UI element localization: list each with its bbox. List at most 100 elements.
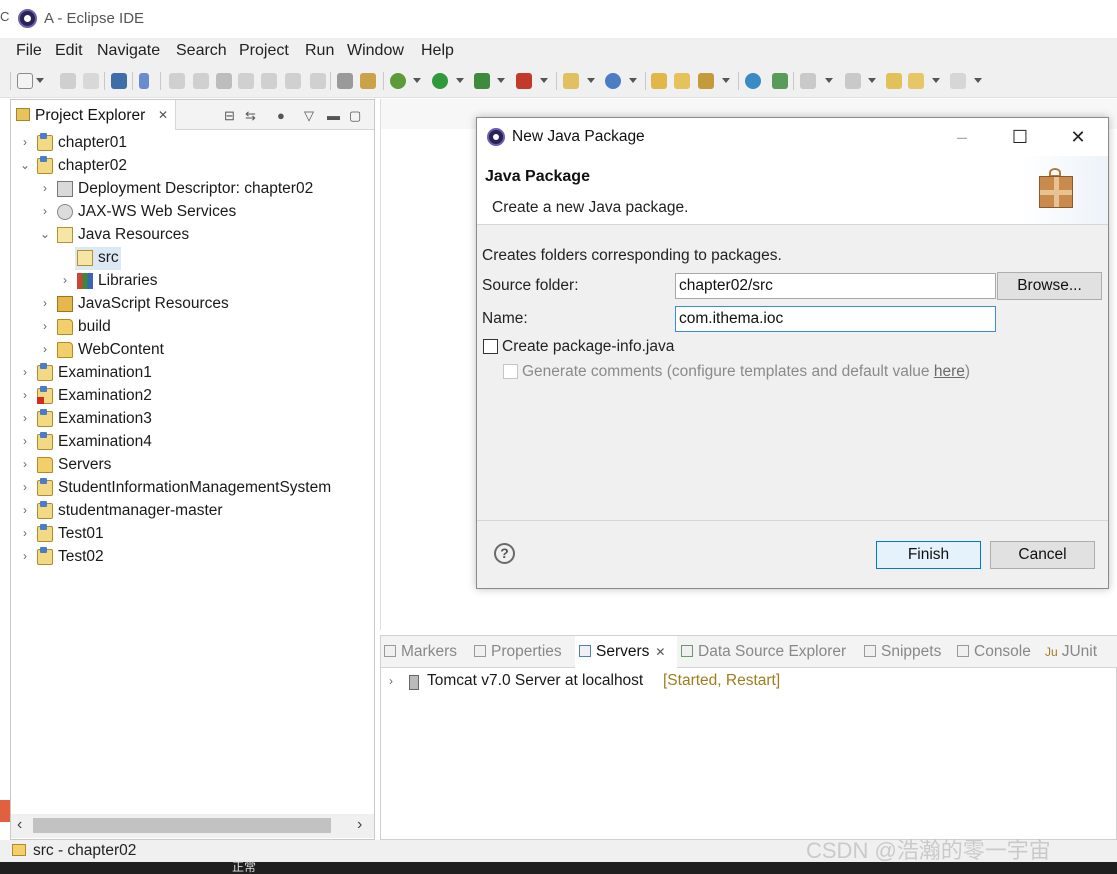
run-dropdown-icon[interactable] <box>456 78 464 83</box>
tree-item-studentmanager-master[interactable]: › studentmanager-master <box>19 500 359 523</box>
chevron-down-icon[interactable]: ⌄ <box>39 227 51 241</box>
server-item[interactable]: › Tomcat v7.0 Server at localhost [Start… <box>389 672 809 694</box>
terminal-icon[interactable] <box>111 73 127 89</box>
menu-navigate[interactable]: Navigate <box>97 42 160 60</box>
menu-file[interactable]: File <box>16 42 42 60</box>
chevron-right-icon[interactable]: › <box>19 503 31 517</box>
chevron-right-icon[interactable]: › <box>19 526 31 540</box>
scroll-right-icon[interactable]: › <box>357 816 362 834</box>
search-task-icon[interactable] <box>698 73 714 89</box>
chevron-right-icon[interactable]: › <box>59 273 71 287</box>
source-folder-field[interactable] <box>675 273 996 299</box>
chevron-down-icon[interactable]: ⌄ <box>19 158 31 172</box>
previous-annotation-icon[interactable] <box>845 73 861 89</box>
tab-console[interactable]: Console <box>957 643 1031 661</box>
close-icon[interactable]: ✕ <box>1055 122 1101 152</box>
tab-snippets[interactable]: Snippets <box>864 643 941 661</box>
tree-item-servers[interactable]: › Servers <box>19 454 359 477</box>
debug-icon[interactable] <box>390 73 406 89</box>
tab-servers[interactable]: Servers ✕ <box>579 643 665 661</box>
toggle-block-icon[interactable] <box>337 73 353 89</box>
back-icon[interactable] <box>908 73 924 89</box>
new-class-dropdown-icon[interactable] <box>629 78 637 83</box>
annotation-icon[interactable] <box>772 73 788 89</box>
chevron-right-icon[interactable]: › <box>39 204 51 218</box>
menu-project[interactable]: Project <box>239 42 289 60</box>
menu-help[interactable]: Help <box>421 42 454 60</box>
chevron-right-icon[interactable]: › <box>19 411 31 425</box>
open-declaration-icon[interactable] <box>360 73 376 89</box>
disconnect-icon[interactable] <box>238 73 254 89</box>
tree-item-libraries[interactable]: › Libraries <box>59 270 359 293</box>
forward-dropdown-icon[interactable] <box>974 78 982 83</box>
chevron-right-icon[interactable]: › <box>19 135 31 149</box>
tree-item-java-resources[interactable]: ⌄ Java Resources <box>39 224 359 247</box>
new-java-project-icon[interactable] <box>563 73 579 89</box>
minimize-icon[interactable]: – <box>939 122 985 152</box>
open-type-icon[interactable] <box>651 73 667 89</box>
new-dropdown-icon[interactable] <box>36 78 44 83</box>
save-all-icon[interactable] <box>83 73 99 89</box>
minimize-icon[interactable]: ▬ <box>327 108 340 123</box>
open-folder-icon[interactable] <box>674 73 690 89</box>
chevron-right-icon[interactable]: › <box>39 342 51 356</box>
close-icon[interactable]: ✕ <box>158 108 168 122</box>
chevron-right-icon[interactable]: › <box>19 388 31 402</box>
resume-icon[interactable] <box>169 73 185 89</box>
scrollbar-thumb[interactable] <box>33 818 331 833</box>
tree-item-chapter01[interactable]: › chapter01 <box>19 132 359 155</box>
browse-button[interactable]: Browse... <box>997 272 1102 300</box>
chevron-right-icon[interactable]: › <box>19 480 31 494</box>
maximize-icon[interactable]: ☐ <box>997 122 1043 152</box>
tree-item-build[interactable]: › build <box>39 316 359 339</box>
coverage-dropdown-icon[interactable] <box>497 78 505 83</box>
tree-item-studentinformationmanagementsystem[interactable]: › StudentInformationManagementSystem <box>19 477 364 500</box>
create-package-info-checkbox[interactable] <box>483 339 498 354</box>
tree-item-examination4[interactable]: › Examination4 <box>19 431 359 454</box>
view-menu-icon[interactable]: ▽ <box>304 108 314 124</box>
new-icon[interactable] <box>17 73 33 89</box>
generate-comments-checkbox[interactable] <box>503 364 518 379</box>
chevron-right-icon[interactable]: › <box>389 674 393 688</box>
menu-run[interactable]: Run <box>305 42 334 60</box>
back-dropdown-icon[interactable] <box>932 78 940 83</box>
close-icon[interactable]: ✕ <box>655 645 665 659</box>
tree-item-chapter02[interactable]: ⌄ chapter02 <box>19 155 359 178</box>
skip-breakpoints-icon[interactable] <box>139 73 149 89</box>
templates-link[interactable]: here <box>934 363 965 380</box>
next-annotation-dropdown-icon[interactable] <box>825 78 833 83</box>
menu-search[interactable]: Search <box>176 42 227 60</box>
tree-item-webcontent[interactable]: › WebContent <box>39 339 359 362</box>
terminate-icon[interactable] <box>216 73 232 89</box>
step-into-icon[interactable] <box>261 73 277 89</box>
tree-item-deployment-descriptor[interactable]: › Deployment Descriptor: chapter02 <box>39 178 359 201</box>
tab-data-source-explorer[interactable]: Data Source Explorer <box>681 643 846 661</box>
package-name-field[interactable] <box>675 306 996 332</box>
new-project-dropdown-icon[interactable] <box>587 78 595 83</box>
tab-junit[interactable]: Ju JUnit <box>1045 643 1097 661</box>
chevron-right-icon[interactable]: › <box>19 434 31 448</box>
coverage-icon[interactable] <box>474 73 490 89</box>
next-annotation-icon[interactable] <box>800 73 816 89</box>
previous-annotation-dropdown-icon[interactable] <box>868 78 876 83</box>
filters-icon[interactable]: ● <box>277 108 285 123</box>
tree-item-test02[interactable]: › Test02 <box>19 546 359 569</box>
debug-dropdown-icon[interactable] <box>413 78 421 83</box>
tree-item-jaxws-web-services[interactable]: › JAX-WS Web Services <box>39 201 359 224</box>
last-edit-location-icon[interactable] <box>886 73 902 89</box>
tree-item-javascript-resources[interactable]: › JavaScript Resources <box>39 293 359 316</box>
chevron-right-icon[interactable]: › <box>19 457 31 471</box>
tree-item-examination1[interactable]: › Examination1 <box>19 362 359 385</box>
help-icon[interactable]: ? <box>494 543 515 564</box>
tree-item-examination3[interactable]: › Examination3 <box>19 408 359 431</box>
chevron-right-icon[interactable]: › <box>39 319 51 333</box>
chevron-right-icon[interactable]: › <box>39 296 51 310</box>
scroll-left-icon[interactable]: ‹ <box>17 816 22 834</box>
save-icon[interactable] <box>60 73 76 89</box>
tab-markers[interactable]: Markers <box>384 643 457 661</box>
menu-window[interactable]: Window <box>347 42 404 60</box>
tree-item-examination2[interactable]: › Examination2 <box>19 385 359 408</box>
chevron-right-icon[interactable]: › <box>19 365 31 379</box>
tab-project-explorer[interactable]: Project Explorer ✕ <box>11 100 176 130</box>
search-dropdown-icon[interactable] <box>722 78 730 83</box>
